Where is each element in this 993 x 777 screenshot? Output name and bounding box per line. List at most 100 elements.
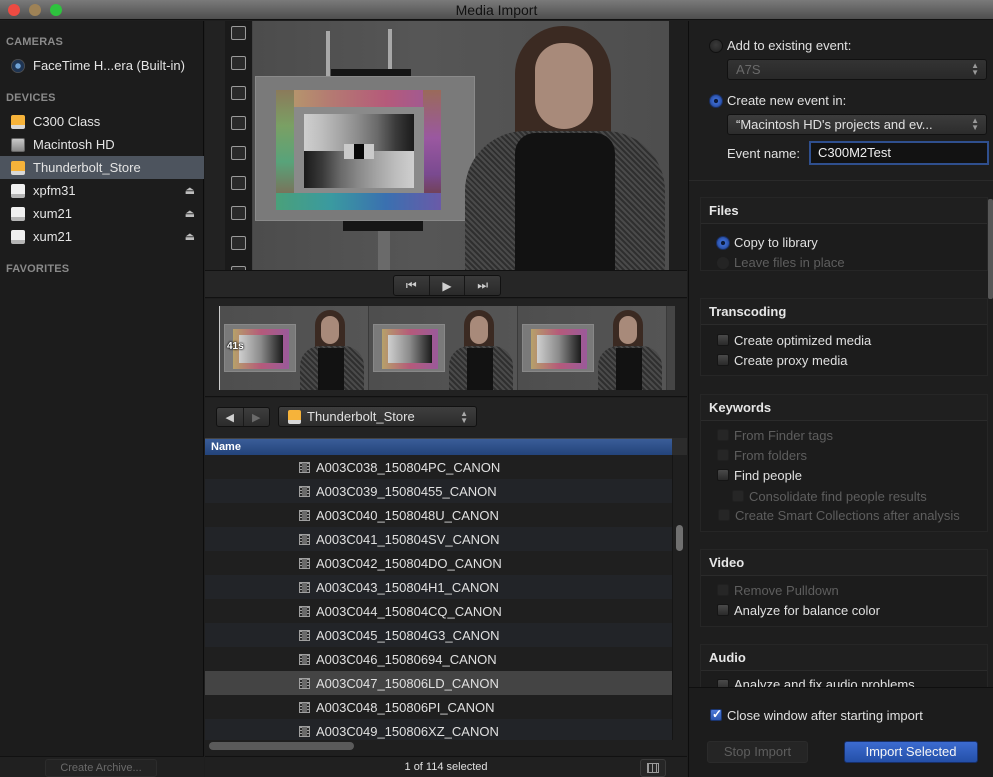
color-chart [255,76,475,221]
file-row[interactable]: A003C044_150804CQ_CANON [205,599,672,623]
from-folders-checkbox[interactable] [717,449,729,461]
file-row[interactable]: A003C048_150806PI_CANON [205,695,672,719]
stop-import-button[interactable]: Stop Import [707,741,808,763]
title-bar: Media Import [0,0,993,20]
sidebar-item-xum21-2[interactable]: xum21 ⏏ [0,225,204,248]
analyze-balance-color-checkbox[interactable] [717,604,729,616]
column-header-name[interactable]: Name [205,438,672,455]
play-button[interactable]: ▶ [430,276,466,295]
find-people-checkbox[interactable] [717,469,729,481]
file-list-scroll-thumb[interactable] [676,525,683,551]
add-to-existing-radio[interactable] [709,39,723,53]
file-name: A003C046_15080694_CANON [316,651,497,667]
file-row[interactable]: A003C045_150804G3_CANON [205,623,672,647]
sidebar-footer: Create Archive... [0,756,204,777]
create-proxy-media-label: Create proxy media [734,353,848,368]
file-row[interactable]: A003C041_150804SV_CANON [205,527,672,551]
import-selected-button[interactable]: Import Selected [844,741,978,763]
from-folders-label: From folders [734,448,807,463]
film-clip-icon [299,677,310,689]
internal-drive-icon [11,137,25,152]
file-row[interactable]: A003C040_1508048U_CANON [205,503,672,527]
sidebar-item-label: xum21 [33,229,73,244]
file-row[interactable]: A003C047_150806LD_CANON [205,671,672,695]
next-clip-button[interactable]: ⏭ [465,276,500,295]
sidebar-item-xum21[interactable]: xum21 ⏏ [0,202,204,225]
eject-icon[interactable]: ⏏ [185,207,195,220]
popup-arrows-icon: ▲ ▼ [460,409,468,425]
keywords-header: Keywords [701,395,987,421]
find-people-label: Find people [734,468,802,483]
sidebar-item-macintosh-hd[interactable]: Macintosh HD [0,133,204,156]
sidebar-item-c300-class[interactable]: C300 Class [0,110,204,133]
file-row[interactable]: A003C043_150804H1_CANON [205,575,672,599]
file-name: A003C049_150806XZ_CANON [316,723,499,739]
forward-button[interactable]: ▶ [244,408,270,426]
create-proxy-media-checkbox[interactable] [717,354,729,366]
file-name: A003C040_1508048U_CANON [316,507,499,523]
file-name: A003C048_150806PI_CANON [316,699,495,715]
film-clip-icon [299,533,310,545]
consolidate-people-checkbox[interactable] [732,490,744,502]
location-popup[interactable]: Thunderbolt_Store ▲ ▼ [278,406,477,427]
create-optimized-media-label: Create optimized media [734,333,872,348]
sidebar-item-xpfm31[interactable]: xpfm31 ⏏ [0,179,204,202]
filmstrip-thumbnail[interactable]: 41s [220,306,369,390]
from-finder-tags-checkbox[interactable] [717,429,729,441]
file-list-vertical-scrollbar[interactable] [672,455,687,740]
sidebar-item-facetime-camera[interactable]: FaceTime H...era (Built-in) [0,54,204,77]
film-clip-icon [299,509,310,521]
film-clip-icon [299,581,310,593]
eject-icon[interactable]: ⏏ [185,230,195,243]
eject-icon[interactable]: ⏏ [185,184,195,197]
section-devices: DEVICES [6,92,56,104]
event-name-field[interactable]: C300M2Test [809,141,989,165]
filmstrip-thumbnails[interactable]: 41s [219,306,675,390]
video-frame [253,21,669,270]
create-new-event-label: Create new event in: [727,93,847,108]
previous-clip-button[interactable]: ⏮ [394,276,430,295]
browser-status-bar: 1 of 114 selected [205,756,687,777]
file-row[interactable]: A003C039_15080455_CANON [205,479,672,503]
file-list-horizontal-scrollbar[interactable] [205,740,687,755]
file-row[interactable]: A003C042_150804DO_CANON [205,551,672,575]
file-row[interactable]: A003C038_150804PC_CANON [205,455,672,479]
clip-filmstrip: 41s [205,299,687,397]
from-finder-tags-label: From Finder tags [734,428,833,443]
removable-drive-icon [11,206,25,221]
sidebar-item-thunderbolt-store[interactable]: Thunderbolt_Store [0,156,204,179]
sidebar-item-label: FaceTime H...era (Built-in) [33,58,185,73]
browser-navigation: ◀ ▶ Thunderbolt_Store ▲ ▼ [205,398,687,438]
file-row[interactable]: A003C046_15080694_CANON [205,647,672,671]
horizontal-scroll-thumb[interactable] [209,742,354,750]
film-clip-icon [299,557,310,569]
smart-collections-checkbox[interactable] [718,509,730,521]
analyze-balance-color-label: Analyze for balance color [734,603,880,618]
back-button[interactable]: ◀ [217,408,244,426]
audio-header: Audio [701,645,987,671]
create-archive-button[interactable]: Create Archive... [45,759,157,777]
filmstrip-thumbnail[interactable] [369,306,518,390]
transport-bar: ⏮ ▶ ⏭ [205,270,687,298]
fix-audio-label: Analyze and fix audio problems [734,677,915,687]
filmstrip-thumbnail[interactable] [518,306,667,390]
remove-pulldown-checkbox[interactable] [717,584,729,596]
filmstrip-view-toggle[interactable] [640,759,666,777]
existing-event-popup[interactable]: A7S ▲ ▼ [727,59,987,80]
removable-drive-icon [11,183,25,198]
file-row[interactable]: A003C049_150806XZ_CANON [205,719,672,740]
files-header: Files [701,198,987,224]
options-scrollbar[interactable] [988,199,993,299]
leave-files-in-place-radio[interactable] [716,256,730,270]
fix-audio-checkbox[interactable] [717,679,729,687]
film-clip-icon [299,725,310,737]
event-name-label: Event name: [727,146,800,161]
library-popup[interactable]: “Macintosh HD's projects and ev... ▲ ▼ [727,114,987,135]
sidebar-item-label: C300 Class [33,114,101,129]
copy-to-library-radio[interactable] [716,236,730,250]
external-drive-icon [11,160,25,175]
create-new-event-radio[interactable] [709,94,723,108]
create-optimized-media-checkbox[interactable] [717,334,729,346]
close-window-checkbox[interactable] [710,707,722,721]
add-to-existing-label: Add to existing event: [727,38,852,53]
